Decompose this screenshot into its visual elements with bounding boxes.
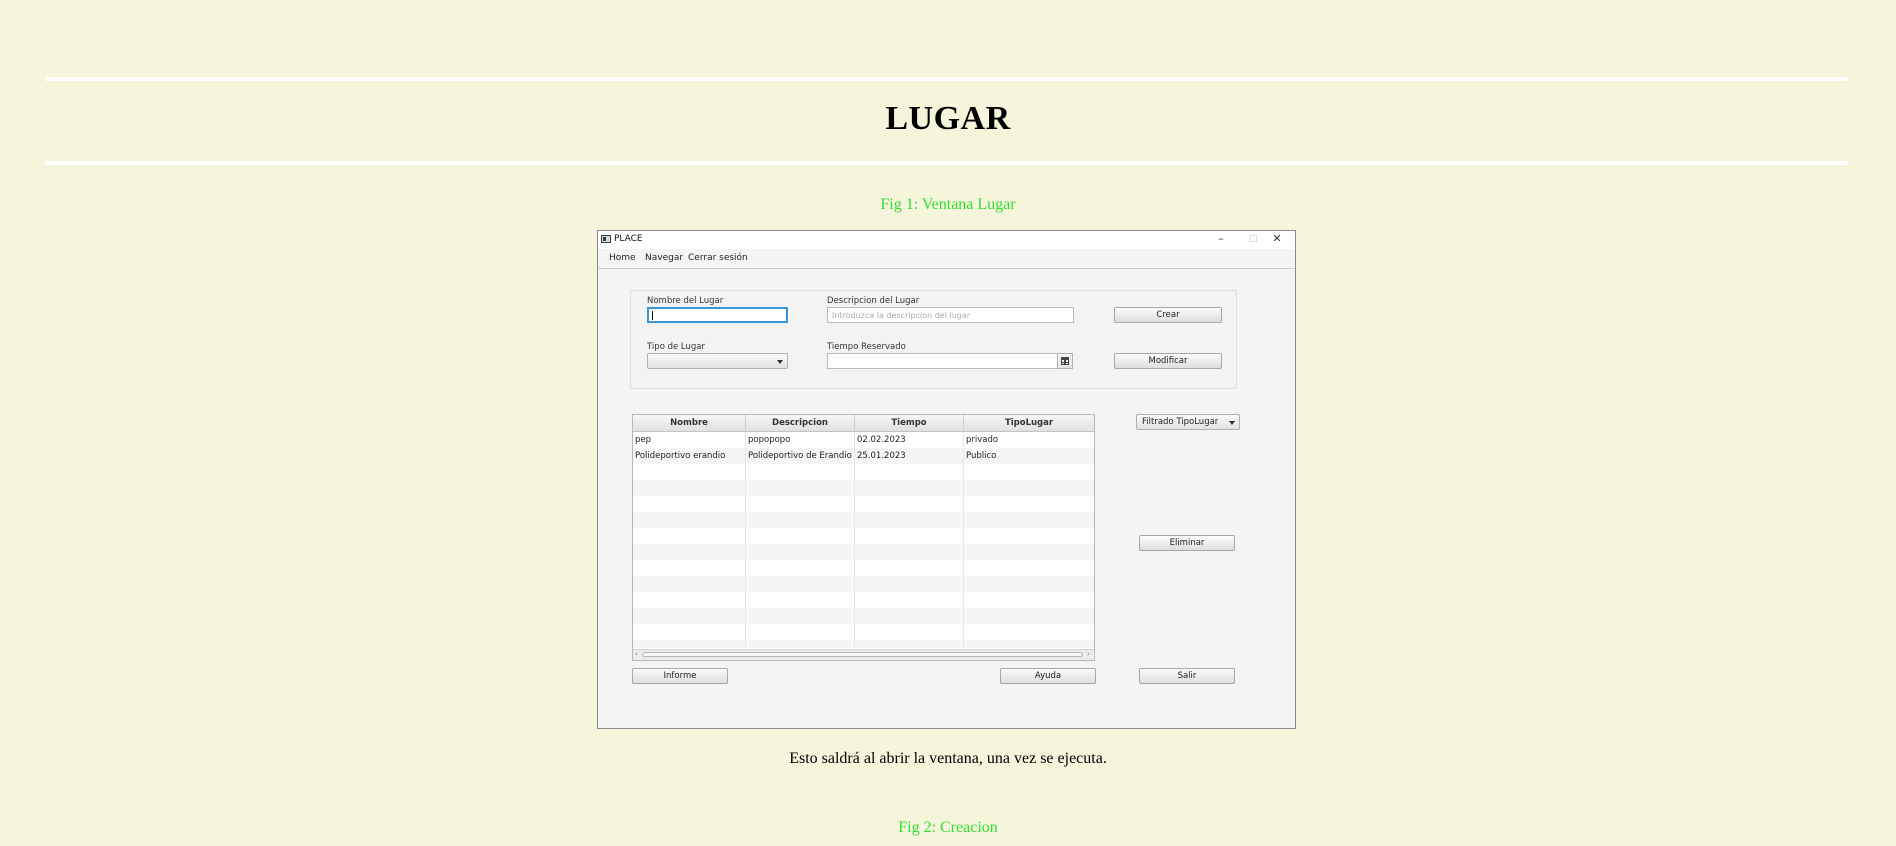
empty-row	[633, 496, 1094, 512]
empty-row	[633, 512, 1094, 528]
descripcion-label: Descripcion del Lugar	[827, 296, 920, 306]
calendar-icon	[1061, 357, 1069, 365]
top-divider	[45, 77, 1848, 81]
text-caret	[652, 311, 653, 320]
table-body: pep popopopo 02.02.2023 privado Polidepo…	[633, 432, 1094, 648]
empty-row	[633, 560, 1094, 576]
table-row[interactable]: Polideportivo erandio Polideportivo de E…	[633, 448, 1094, 464]
figure-1-description: Esto saldrá al abrir la ventana, una vez…	[789, 750, 1107, 767]
tiempo-label: Tiempo Reservado	[827, 342, 906, 352]
tipo-combo[interactable]	[647, 353, 788, 369]
page-title: LUGAR	[885, 100, 1011, 137]
place-window: PLACE – □ ✕ Home Navegar Cerrar sesión N…	[597, 230, 1296, 729]
cell-descripcion: popopopo	[748, 435, 791, 445]
crear-button[interactable]: Crear	[1114, 307, 1222, 323]
cell-tiempo: 25.01.2023	[857, 451, 906, 461]
scrollbar-thumb[interactable]	[642, 652, 1083, 657]
scroll-left-icon[interactable]: ‹	[635, 650, 638, 659]
window-titlebar: PLACE – □ ✕	[598, 231, 1295, 249]
bottom-divider	[45, 161, 1848, 165]
empty-row	[633, 528, 1094, 544]
close-button[interactable]: ✕	[1266, 232, 1288, 246]
modificar-button[interactable]: Modificar	[1114, 353, 1222, 369]
chevron-down-icon	[1229, 421, 1235, 425]
column-header-tipolugar[interactable]: TipoLugar	[964, 415, 1094, 431]
descripcion-input[interactable]: Introduzca la descripcion del lugar	[827, 307, 1074, 323]
empty-row	[633, 592, 1094, 608]
horizontal-scrollbar[interactable]: ‹ ›	[633, 649, 1094, 660]
window-title: PLACE	[614, 234, 643, 244]
figure-1-caption: Fig 1: Ventana Lugar	[880, 196, 1016, 213]
cell-tipolugar: Publico	[966, 451, 997, 461]
eliminar-button[interactable]: Eliminar	[1139, 535, 1235, 551]
column-header-tiempo[interactable]: Tiempo	[855, 415, 964, 431]
tipo-label: Tipo de Lugar	[647, 342, 705, 352]
cell-nombre: Polideportivo erandio	[635, 451, 726, 461]
app-icon	[601, 235, 611, 243]
column-header-descripcion[interactable]: Descripcion	[746, 415, 855, 431]
empty-row	[633, 624, 1094, 640]
cell-tipolugar: privado	[966, 435, 999, 445]
table-header: Nombre Descripcion Tiempo TipoLugar	[633, 415, 1094, 432]
lugares-table: Nombre Descripcion Tiempo TipoLugar pep …	[632, 414, 1095, 661]
empty-row	[633, 608, 1094, 624]
cell-nombre: pep	[635, 435, 652, 445]
empty-row	[633, 576, 1094, 592]
cell-tiempo: 02.02.2023	[857, 435, 906, 445]
informe-button[interactable]: Informe	[632, 668, 728, 684]
menu-bar: Home Navegar Cerrar sesión	[598, 249, 1295, 269]
filtro-tipolugar-combo[interactable]: Filtrado TipoLugar	[1136, 414, 1240, 430]
column-header-nombre[interactable]: Nombre	[633, 415, 746, 431]
column-divider	[854, 432, 855, 648]
column-divider	[745, 432, 746, 648]
figure-2-caption: Fig 2: Creacion	[898, 819, 998, 836]
empty-row	[633, 464, 1094, 480]
maximize-button[interactable]: □	[1242, 232, 1264, 246]
minimize-button[interactable]: –	[1210, 232, 1232, 246]
menu-item-home[interactable]: Home	[609, 253, 636, 263]
empty-row	[633, 480, 1094, 496]
empty-row	[633, 544, 1094, 560]
salir-button[interactable]: Salir	[1139, 668, 1235, 684]
menu-item-cerrar-sesion[interactable]: Cerrar sesión	[688, 253, 748, 263]
empty-row	[633, 640, 1094, 648]
column-divider	[963, 432, 964, 648]
cell-descripcion: Polideportivo de Erandio	[748, 451, 852, 461]
filtro-label: Filtrado TipoLugar	[1142, 417, 1219, 427]
calendar-button[interactable]	[1057, 353, 1073, 369]
scroll-right-icon[interactable]: ›	[1087, 650, 1090, 659]
nombre-input[interactable]	[647, 307, 788, 323]
tiempo-input[interactable]	[827, 353, 1058, 369]
chevron-down-icon	[777, 360, 783, 364]
descripcion-placeholder: Introduzca la descripcion del lugar	[832, 311, 971, 320]
menu-item-navegar[interactable]: Navegar	[645, 253, 683, 263]
table-row[interactable]: pep popopopo 02.02.2023 privado	[633, 432, 1094, 448]
nombre-label: Nombre del Lugar	[647, 296, 724, 306]
ayuda-button[interactable]: Ayuda	[1000, 668, 1096, 684]
